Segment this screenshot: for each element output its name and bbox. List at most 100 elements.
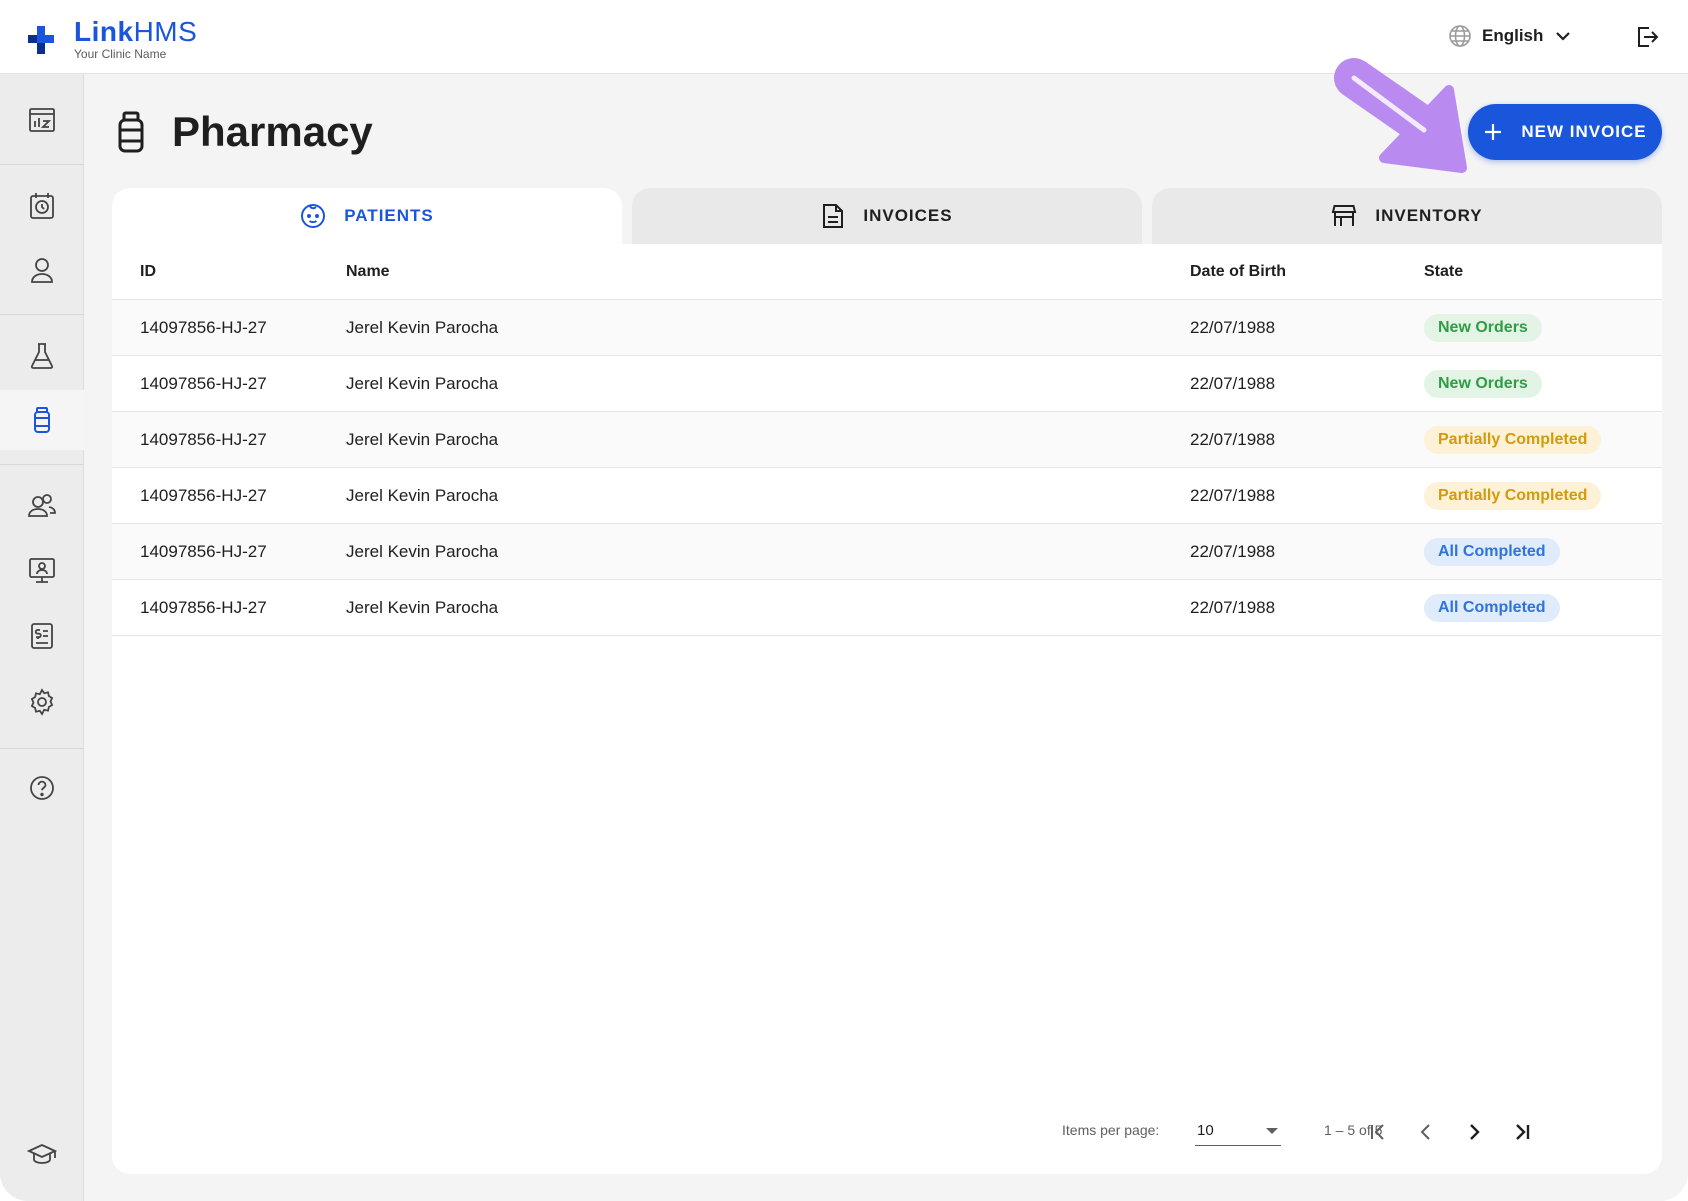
column-header-id[interactable]: ID [140,244,156,300]
status-badge: New Orders [1424,314,1542,342]
sidebar-item-pharmacy[interactable] [0,390,84,450]
pill-bottle-icon [34,407,50,433]
status-badge: New Orders [1424,370,1542,398]
sidebar-item-training[interactable] [0,1124,84,1184]
sidebar-item-display[interactable] [0,540,84,600]
people-icon [28,494,56,517]
dropdown-arrow-icon [1266,1127,1278,1134]
cell-name: Jerel Kevin Parocha [346,486,499,505]
status-badge: Partially Completed [1424,482,1602,510]
cell-id: 14097856-HJ-27 [140,374,267,393]
dollar-document-icon [31,623,53,649]
cell-state: New Orders [1424,300,1542,356]
items-per-page-select[interactable]: 10 [1195,1116,1281,1146]
table-row[interactable]: 14097856-HJ-27 Jerel Kevin Parocha 22/07/1… [112,580,1662,636]
items-per-page-label: Items per page: [1062,1122,1160,1138]
cell-id: 14097856-HJ-27 [140,486,267,505]
last-page-icon [1516,1124,1530,1140]
status-badge: All Completed [1424,538,1560,566]
cell-name: Jerel Kevin Parocha [346,598,499,617]
cell-date-of-birth: 22/07/1988 [1190,374,1276,393]
tab-patients[interactable]: PATIENTS [112,188,622,244]
cell-state: Partially Completed [1424,412,1602,468]
cell-date-of-birth: 22/07/1988 [1190,598,1276,617]
cell-state: All Completed [1424,524,1560,580]
new-invoice-label: NEW INVOICE [1521,122,1647,141]
sidebar-item-laboratory[interactable] [0,326,84,386]
question-circle-icon [30,776,54,800]
table-row[interactable]: 14097856-HJ-27 Jerel Kevin Parocha 22/07/1… [112,524,1662,580]
previous-page-button[interactable] [1410,1116,1442,1148]
page-title: Pharmacy [172,108,373,155]
tab-label: INVENTORY [1375,206,1483,225]
cell-date-of-birth: 22/07/1988 [1190,486,1276,505]
sidebar-item-dashboard[interactable] [0,90,84,150]
pill-bottle-icon [118,111,144,153]
graduation-cap-icon [27,1144,57,1164]
pagination: Items per page: 10 1 – 5 of 5 [112,1108,1662,1156]
table-row[interactable]: 14097856-HJ-27 Jerel Kevin Parocha 22/07/1… [112,468,1662,524]
baby-face-icon [301,204,326,228]
last-page-button[interactable] [1506,1116,1538,1148]
logout-icon [1638,27,1659,47]
calendar-clock-icon [30,193,54,219]
column-header-state[interactable]: State [1424,244,1463,300]
chart-board-icon [29,108,55,132]
cell-date-of-birth: 22/07/1988 [1190,430,1276,449]
page-header: Pharmacy [114,108,373,156]
table-row[interactable]: 14097856-HJ-27 Jerel Kevin Parocha 22/07/1… [112,412,1662,468]
cell-id: 14097856-HJ-27 [140,542,267,561]
sidebar [0,74,84,1201]
store-icon [1332,205,1357,226]
sidebar-item-appointments[interactable] [0,176,84,236]
cell-name: Jerel Kevin Parocha [346,542,499,561]
previous-page-icon [1420,1124,1430,1140]
chevron-down-icon [1556,32,1571,41]
next-page-button[interactable] [1458,1116,1490,1148]
first-page-icon [1371,1124,1384,1140]
document-icon [823,204,844,228]
flask-icon [30,343,54,369]
first-page-button[interactable] [1362,1116,1394,1148]
sidebar-divider [0,164,84,165]
cell-id: 14097856-HJ-27 [140,318,267,337]
cell-name: Jerel Kevin Parocha [346,430,499,449]
new-invoice-button[interactable]: NEW INVOICE [1468,104,1662,160]
table-row[interactable]: 14097856-HJ-27 Jerel Kevin Parocha 22/07/1… [112,300,1662,356]
app-logo[interactable]: LinkHMS Your Clinic Name [26,18,197,60]
patients-card: PATIENTS INVOICES INVENTORY ID Name Date… [112,188,1662,1174]
monitor-person-icon [29,558,55,583]
sidebar-item-settings[interactable] [0,672,84,732]
sidebar-item-staff[interactable] [0,476,84,536]
sidebar-divider [0,314,84,315]
cell-date-of-birth: 22/07/1988 [1190,542,1276,561]
logout-button[interactable] [1634,24,1660,55]
status-badge: Partially Completed [1424,426,1602,454]
person-icon [31,258,53,283]
status-badge: All Completed [1424,594,1560,622]
column-header-dob[interactable]: Date of Birth [1190,244,1286,300]
cell-date-of-birth: 22/07/1988 [1190,318,1276,337]
sidebar-divider [0,464,84,465]
cell-state: Partially Completed [1424,468,1602,524]
main-content: Pharmacy NEW INVOICE PATIENTS INVOICES I… [84,58,1688,1201]
clinic-name: Your Clinic Name [74,47,167,61]
sidebar-divider [0,748,84,749]
tab-invoices[interactable]: INVOICES [632,188,1142,244]
cell-name: Jerel Kevin Parocha [346,374,499,393]
tab-inventory[interactable]: INVENTORY [1152,188,1662,244]
column-header-name[interactable]: Name [346,244,390,300]
table-row[interactable]: 14097856-HJ-27 Jerel Kevin Parocha 22/07/1… [112,356,1662,412]
brand-name: LinkHMS [74,16,198,47]
arrow-pointer-icon [1334,58,1467,173]
items-per-page-value: 10 [1197,1122,1214,1139]
sidebar-item-patients[interactable] [0,240,84,300]
sidebar-item-billing[interactable] [0,606,84,666]
table-header: ID Name Date of Birth State [112,244,1662,300]
tab-label: PATIENTS [344,206,434,225]
gear-icon [30,688,54,716]
sidebar-item-help[interactable] [0,758,84,818]
cell-id: 14097856-HJ-27 [140,430,267,449]
cell-state: New Orders [1424,356,1542,412]
next-page-icon [1470,1124,1480,1140]
